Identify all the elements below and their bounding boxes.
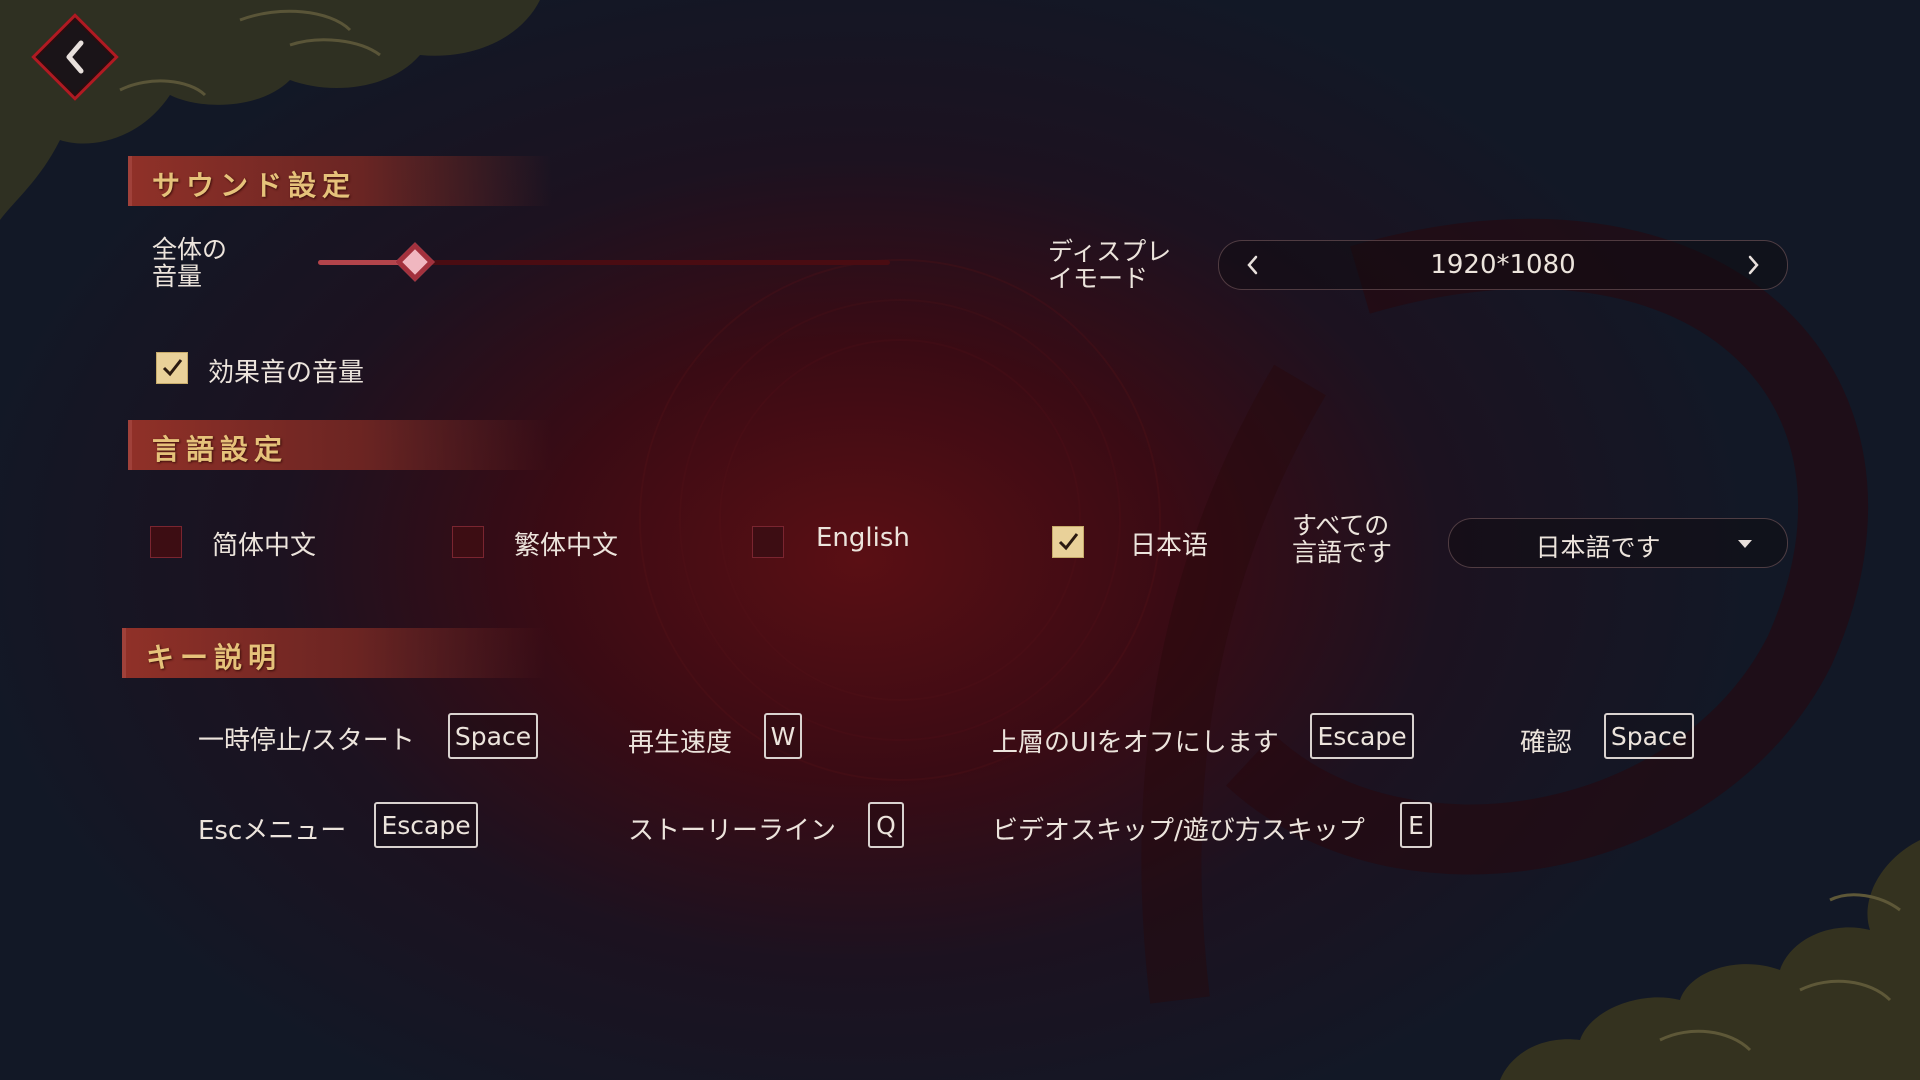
key-label-storyline: ストーリーライン xyxy=(628,816,837,846)
all-languages-label-line2: 言語です xyxy=(1292,538,1393,567)
language-label-simplified-chinese: 简体中文 xyxy=(212,531,317,561)
key-label-speed: 再生速度 xyxy=(628,728,733,758)
all-languages-label: すべての 言語です xyxy=(1292,512,1392,566)
key-label-skip: ビデオスキップ/遊び方スキップ xyxy=(992,816,1365,846)
language-dropdown-value: 日本語です xyxy=(1535,533,1661,562)
key-badge-speed: W xyxy=(764,713,802,759)
chevron-left-icon xyxy=(66,40,84,74)
language-checkbox-simplified-chinese[interactable] xyxy=(150,526,182,558)
key-badge-storyline: Q xyxy=(868,802,904,848)
master-volume-label-line2: 音量 xyxy=(152,262,203,291)
display-mode-next-button[interactable] xyxy=(1739,250,1769,280)
key-label-pause: 一時停止/スタート xyxy=(198,726,415,756)
language-label-traditional-chinese: 繁体中文 xyxy=(514,531,619,561)
display-mode-selector: 1920*1080 xyxy=(1218,240,1788,290)
back-button[interactable] xyxy=(31,13,119,101)
all-languages-label-line1: すべての xyxy=(1292,511,1390,540)
master-volume-label-line1: 全体の xyxy=(152,235,228,264)
sfx-volume-checkbox[interactable] xyxy=(156,352,188,384)
key-label-hide-ui: 上層のUIをオフにします xyxy=(992,728,1279,758)
sfx-volume-label: 効果音の音量 xyxy=(208,358,365,388)
chevron-right-icon xyxy=(1748,255,1759,275)
section-title-language: 言語設定 xyxy=(152,433,289,466)
key-label-confirm: 確認 xyxy=(1520,728,1573,758)
master-volume-slider[interactable] xyxy=(318,242,890,282)
master-volume-label: 全体の 音量 xyxy=(152,236,227,290)
display-mode-label: ディスプレ イモード xyxy=(1048,238,1171,292)
check-icon xyxy=(162,359,183,377)
key-badge-pause: Space xyxy=(448,713,538,759)
display-mode-label-line1: ディスプレ xyxy=(1048,237,1172,266)
section-header-keys: キー説明 xyxy=(122,628,546,678)
language-checkbox-traditional-chinese[interactable] xyxy=(452,526,484,558)
language-checkbox-japanese[interactable] xyxy=(1052,526,1084,558)
key-badge-hide-ui: Escape xyxy=(1310,713,1414,759)
section-title-sound: サウンド設定 xyxy=(152,169,357,202)
language-label-english: English xyxy=(816,523,910,553)
display-mode-prev-button[interactable] xyxy=(1237,250,1267,280)
cloud-decoration-bottom xyxy=(1500,840,1920,1080)
language-dropdown[interactable]: 日本語です xyxy=(1448,518,1788,568)
key-label-esc-menu: Escメニュー xyxy=(198,816,347,846)
section-header-sound: サウンド設定 xyxy=(128,156,552,206)
key-badge-esc-menu: Escape xyxy=(374,802,478,848)
key-badge-skip: E xyxy=(1400,802,1432,848)
display-mode-value: 1920*1080 xyxy=(1430,250,1576,280)
section-header-language: 言語設定 xyxy=(128,420,552,470)
caret-down-icon xyxy=(1738,540,1752,548)
language-label-japanese: 日本语 xyxy=(1130,531,1209,561)
chevron-left-icon xyxy=(1247,255,1258,275)
key-badge-confirm: Space xyxy=(1604,713,1694,759)
display-mode-label-line2: イモード xyxy=(1048,264,1149,293)
language-checkbox-english[interactable] xyxy=(752,526,784,558)
section-title-keys: キー説明 xyxy=(146,641,283,674)
check-icon xyxy=(1058,533,1079,551)
master-volume-slider-thumb[interactable] xyxy=(395,242,436,282)
